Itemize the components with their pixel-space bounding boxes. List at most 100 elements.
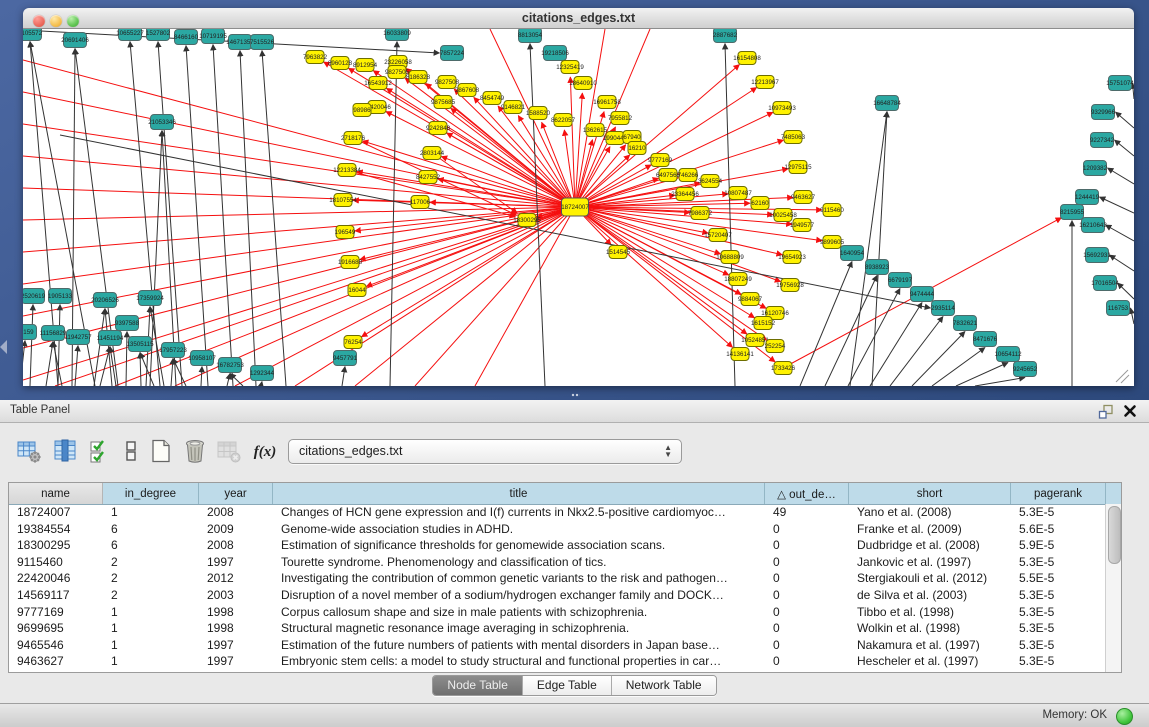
- graph-node[interactable]: 8427552: [416, 171, 441, 184]
- graph-node[interactable]: 8215955: [1060, 205, 1085, 220]
- graph-node[interactable]: 20691406: [61, 33, 89, 48]
- graph-edge[interactable]: [1131, 308, 1135, 324]
- graph-node[interactable]: 1209382: [1083, 161, 1108, 176]
- graph-hub-node[interactable]: 18724007: [561, 198, 589, 216]
- graph-node[interactable]: 15751074: [1106, 76, 1134, 91]
- graph-node[interactable]: 9146821: [501, 101, 526, 114]
- graph-node[interactable]: 11156829: [40, 326, 67, 341]
- graph-node[interactable]: 2803144: [420, 147, 445, 160]
- graph-node[interactable]: 15692931: [1083, 248, 1111, 263]
- graph-node[interactable]: 14136141: [726, 348, 754, 361]
- graph-node[interactable]: 19756928: [776, 279, 804, 292]
- graph-edge[interactable]: [1110, 255, 1135, 271]
- graph-node[interactable]: 16154808: [733, 52, 761, 65]
- graph-edge[interactable]: [912, 332, 965, 387]
- table-settings-button[interactable]: [16, 438, 42, 466]
- graph-edge[interactable]: [23, 60, 575, 207]
- graph-node[interactable]: 1905133: [48, 289, 73, 304]
- graph-edge[interactable]: [800, 262, 852, 387]
- function-builder-button[interactable]: f(x): [248, 438, 282, 466]
- graph-node[interactable]: 11451194: [97, 331, 124, 346]
- graph-edge[interactable]: [848, 289, 900, 387]
- graph-edge[interactable]: [140, 353, 141, 387]
- graph-edge[interactable]: [575, 93, 582, 207]
- graph-node[interactable]: 9242848: [426, 122, 451, 135]
- graph-node[interactable]: 9245652: [1013, 362, 1038, 377]
- table-row[interactable]: 1872400712008Changes of HCN gene express…: [9, 504, 1106, 521]
- graph-node[interactable]: 8466160: [174, 30, 199, 45]
- graph-edge[interactable]: [1115, 140, 1135, 156]
- table-selector-dropdown[interactable]: citations_edges.txt ▲▼: [288, 439, 682, 464]
- graph-edge[interactable]: [975, 378, 1025, 387]
- table-row[interactable]: 946554611997Estimation of the future num…: [9, 637, 1106, 654]
- graph-node[interactable]: 7515526: [250, 35, 275, 50]
- table-row[interactable]: 2242004622012Investigating the contribut…: [9, 570, 1106, 587]
- column-header-in_degree[interactable]: in_degree: [103, 483, 199, 504]
- graph-edge[interactable]: [227, 374, 230, 387]
- resize-grip-icon[interactable]: [1116, 370, 1129, 383]
- graph-node[interactable]: 15720407: [704, 229, 732, 242]
- graph-node[interactable]: 9227342: [1090, 133, 1115, 148]
- graph-node[interactable]: 7986372: [688, 207, 713, 220]
- graph-node[interactable]: 1292344: [250, 366, 275, 381]
- scrollbar-thumb[interactable]: [1108, 506, 1121, 564]
- new-file-button[interactable]: [148, 438, 174, 466]
- panel-collapse-handle[interactable]: [0, 340, 7, 354]
- graph-node[interactable]: 8471676: [973, 332, 998, 347]
- graph-edge[interactable]: [240, 51, 256, 387]
- graph-node[interactable]: 9899605: [820, 236, 845, 249]
- graph-edge[interactable]: [870, 303, 922, 387]
- graph-node[interactable]: 6679197: [888, 273, 913, 288]
- graph-node[interactable]: 1733426: [771, 362, 796, 375]
- vertical-scrollbar[interactable]: [1105, 504, 1121, 672]
- graph-node[interactable]: 746266: [678, 169, 699, 182]
- graph-edge[interactable]: [262, 51, 286, 387]
- graph-node[interactable]: 9474444: [910, 287, 935, 302]
- graph-node[interactable]: 8186328: [406, 71, 431, 84]
- column-header-out_de[interactable]: △ out_de…: [765, 483, 849, 504]
- tab-node-table[interactable]: Node Table: [433, 676, 523, 695]
- graph-edge[interactable]: [261, 382, 262, 387]
- graph-edge[interactable]: [105, 309, 112, 387]
- delete-trash-button[interactable]: [182, 438, 208, 466]
- graph-node[interactable]: 20206526: [91, 293, 119, 308]
- close-icon[interactable]: [1123, 404, 1137, 418]
- graph-node[interactable]: 16210643: [1079, 218, 1107, 233]
- graph-node[interactable]: 2718176: [341, 132, 366, 145]
- graph-edge[interactable]: [1100, 197, 1135, 213]
- graph-edge[interactable]: [872, 112, 887, 387]
- graph-node[interactable]: 8960128: [328, 57, 353, 70]
- graph-edge[interactable]: [75, 346, 78, 387]
- table-row[interactable]: 911546021997Tourette syndrome. Phenomeno…: [9, 554, 1106, 571]
- table-row[interactable]: 1938455462009Genome-wide association stu…: [9, 521, 1106, 538]
- graph-node[interactable]: 16033809: [383, 29, 411, 41]
- graph-edge[interactable]: [235, 207, 575, 386]
- graph-node[interactable]: 7832621: [953, 316, 978, 331]
- graph-edge[interactable]: [725, 44, 735, 387]
- graph-node[interactable]: 10807487: [724, 187, 752, 200]
- graph-node[interactable]: 2520619: [23, 289, 46, 304]
- graph-node[interactable]: 1588520: [526, 107, 551, 120]
- table-row[interactable]: 969969511998Structural magnetic resonanc…: [9, 620, 1106, 637]
- column-header-name[interactable]: name: [9, 483, 103, 504]
- graph-node[interactable]: 117006: [410, 196, 431, 209]
- graph-edge[interactable]: [1108, 168, 1135, 184]
- column-header-short[interactable]: short: [849, 483, 1011, 504]
- graph-node[interactable]: 1244419: [1075, 190, 1100, 205]
- graph-node[interactable]: 62160: [751, 197, 769, 210]
- graph-node[interactable]: 1615152: [751, 317, 776, 330]
- graph-edge[interactable]: [518, 115, 575, 207]
- graph-node[interactable]: 1514545: [606, 246, 631, 259]
- graph-edge[interactable]: [1106, 225, 1135, 241]
- graph-node[interactable]: 196549: [335, 226, 356, 239]
- tab-network-table[interactable]: Network Table: [612, 676, 716, 695]
- graph-node[interactable]: 116753: [1107, 301, 1130, 316]
- graph-node[interactable]: 2105572: [23, 29, 43, 41]
- graph-node[interactable]: 1527802: [146, 29, 171, 41]
- graph-node[interactable]: 21053346: [148, 115, 176, 130]
- graph-node[interactable]: 18107554: [329, 194, 357, 207]
- delete-table-button-disabled[interactable]: [216, 438, 242, 466]
- graph-edge[interactable]: [55, 207, 575, 386]
- graph-node[interactable]: 11942757: [64, 330, 92, 345]
- column-header-title[interactable]: title: [273, 483, 765, 504]
